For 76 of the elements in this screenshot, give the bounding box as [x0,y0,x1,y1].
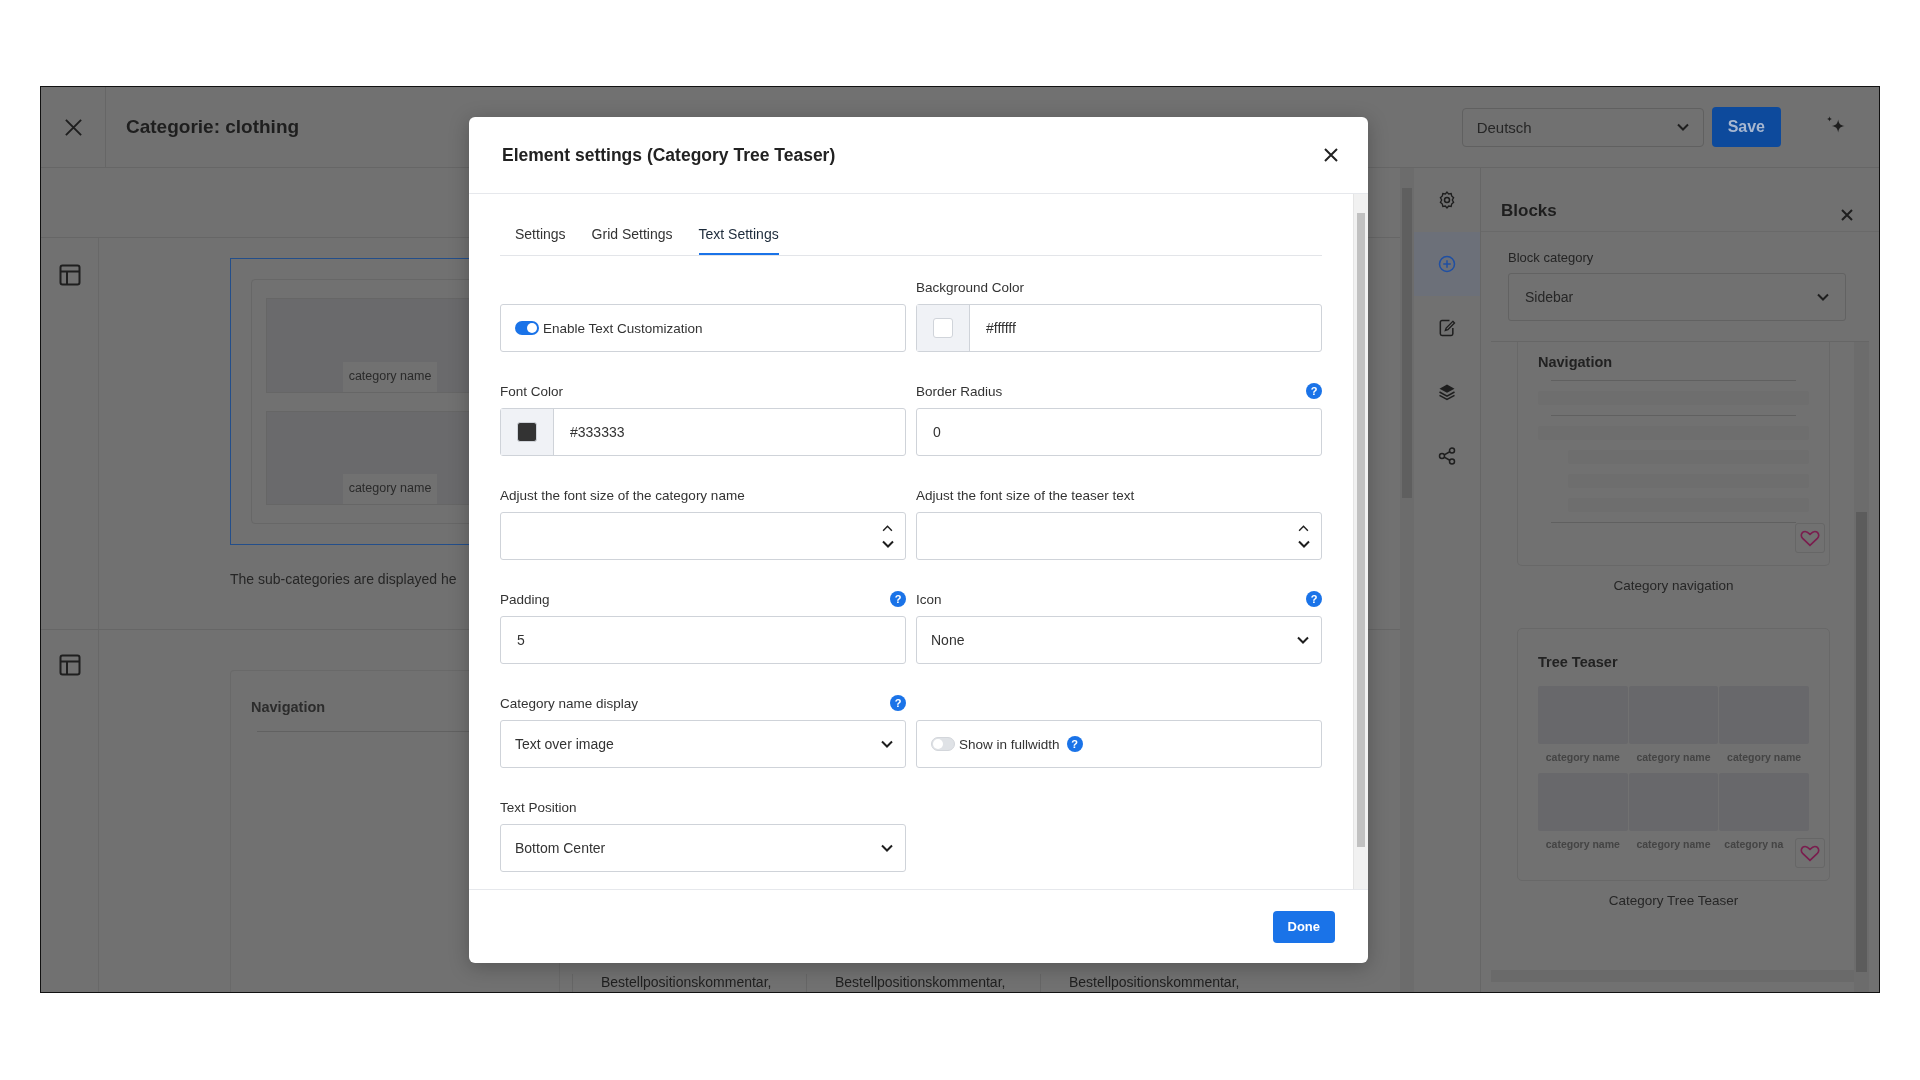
page-title: Categorie: clothing [126,116,300,138]
comment-text: Bestellpositionskommentar, [806,974,1040,992]
gear-icon [1439,191,1455,209]
help-badge[interactable]: ? [1306,383,1322,399]
chevron-up-icon[interactable] [882,524,893,532]
input-field[interactable]: 5 [500,616,906,664]
heart-icon [1800,529,1820,547]
help-badge[interactable]: ? [890,591,906,607]
select-field[interactable]: None [916,616,1322,664]
chevron-down-icon [1298,539,1310,548]
scrollbar[interactable] [1854,342,1869,992]
help-badge[interactable]: ? [1066,736,1083,752]
panel-title: Blocks [1501,201,1557,221]
plus-circle-icon [1438,255,1456,273]
toggle-field[interactable]: Show in fullwidth ? [916,720,1322,768]
favorite-button[interactable] [1795,838,1825,868]
field-label: Block category [1508,250,1595,265]
color-swatch[interactable] [933,318,953,338]
chevron-down-icon [1676,123,1689,131]
layout-icon[interactable] [58,654,81,676]
help-badge[interactable]: ? [890,695,906,711]
field-label: Category name display [500,695,639,711]
dialog-title: Element settings (Category Tree Teaser) [502,144,836,166]
scrollbar[interactable] [1353,194,1368,889]
field-label: Padding [500,591,550,607]
favorite-button[interactable] [1795,523,1825,553]
save-button[interactable]: Save [1711,107,1781,147]
block-caption: Category navigation [1612,578,1735,593]
toggle-field[interactable]: Enable Text Customization [500,304,906,352]
comment-text: Bestellpositionskommentar, [572,974,806,992]
color-field[interactable]: #ffffff [916,304,1322,352]
chevron-down-icon [881,740,893,748]
chevron-down-icon [882,539,894,548]
number-field[interactable] [916,512,1322,560]
edit-icon [1439,319,1456,337]
field-label: Background Color [916,279,1025,295]
toggle-switch[interactable] [931,737,955,751]
comment-text: Bestellpositionskommentar, [1040,974,1274,992]
close-button[interactable] [1324,148,1338,162]
color-value: #333333 [569,424,625,440]
block-caption: Category Tree Teaser [1607,893,1740,908]
number-field[interactable] [500,512,906,560]
card-heading: Navigation [1538,354,1614,370]
field-label: Icon [916,591,942,607]
chevron-down-icon [1817,293,1829,301]
rail-button[interactable] [1414,232,1480,296]
description-text: The sub-categories are displayed he [230,571,458,587]
input-field[interactable]: 0 [916,408,1322,456]
card-heading: Navigation [251,699,326,715]
color-swatch[interactable] [517,422,537,442]
select-field[interactable]: Bottom Center [500,824,906,872]
color-value: #ffffff [985,320,1016,336]
category-label: category name [342,361,438,392]
field-label: Adjust the font size of the teaser text [916,487,1135,503]
layout-icon[interactable] [58,264,81,286]
color-field[interactable]: #333333 [500,408,906,456]
toggle-switch[interactable] [515,321,539,335]
field-label: Border Radius [916,383,1003,399]
layers-icon [1438,384,1456,401]
tab[interactable]: Settings [515,226,566,255]
toggle-label: Show in fullwidth [959,736,1060,752]
chevron-down-icon [1297,636,1309,644]
field-label: Text Position [500,799,577,815]
card-heading: Tree Teaser [1538,654,1619,670]
chevron-down-icon [881,844,893,852]
tab[interactable]: Text Settings [698,226,779,255]
scrollbar[interactable] [1400,168,1414,992]
done-button[interactable]: Done [1272,910,1335,943]
tab[interactable]: Grid Settings [591,226,673,255]
field-label: Font Color [500,383,564,399]
heart-icon [1800,844,1820,862]
select-field[interactable]: Text over image [500,720,906,768]
category-label: category name [342,474,438,504]
chevron-up-icon[interactable] [1298,524,1309,532]
help-badge[interactable]: ? [1306,591,1322,607]
share-icon [1438,447,1456,465]
